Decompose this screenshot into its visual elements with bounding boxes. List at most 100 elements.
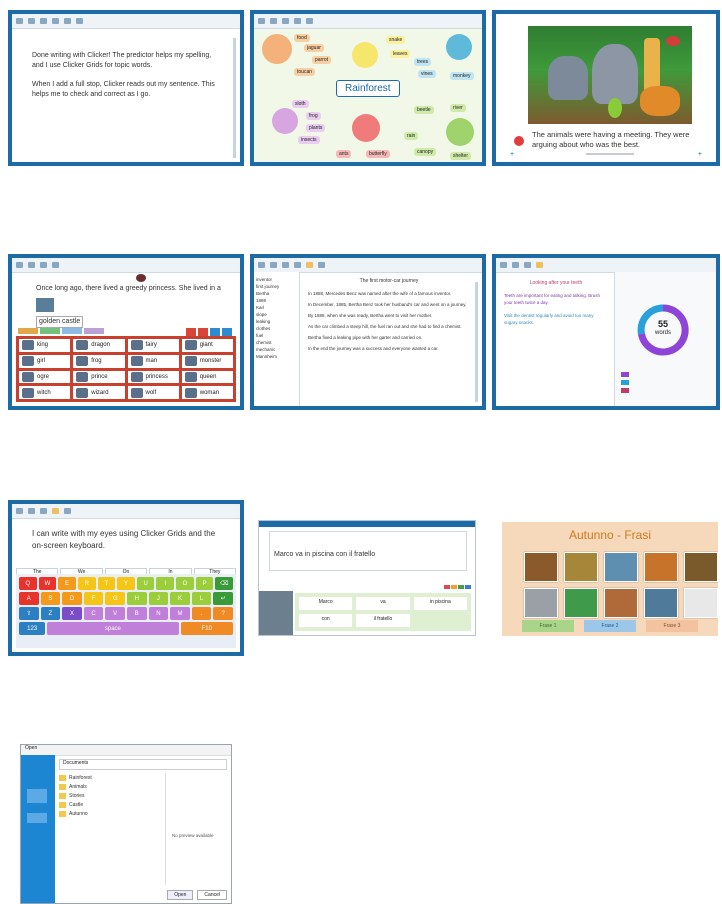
bank-word[interactable]: Karl: [256, 304, 297, 311]
key[interactable]: Y: [117, 577, 135, 590]
grid-cell[interactable]: witch: [19, 386, 71, 399]
file-item[interactable]: Castle: [59, 800, 157, 809]
file-item[interactable]: Stories: [59, 791, 157, 800]
bank-word[interactable]: slope: [256, 311, 297, 318]
key[interactable]: Q: [19, 577, 37, 590]
key[interactable]: Z: [40, 607, 61, 620]
picture-cell[interactable]: [644, 552, 678, 582]
map-label[interactable]: beetle: [414, 106, 434, 114]
grid-button[interactable]: [186, 328, 196, 336]
node-image[interactable]: [272, 108, 298, 134]
scrollbar[interactable]: [233, 38, 236, 158]
grid-button[interactable]: [198, 328, 208, 336]
thumb-open-dialog[interactable]: Open Documents Rainforest Animals Storie…: [20, 744, 232, 904]
bank-word[interactable]: 1888: [256, 297, 297, 304]
file-item[interactable]: Rainforest: [59, 773, 157, 782]
key[interactable]: .: [191, 607, 212, 620]
bank-word[interactable]: chemist: [256, 339, 297, 346]
map-label[interactable]: river: [450, 104, 466, 112]
backspace-key[interactable]: ⌫: [215, 577, 234, 590]
key[interactable]: R: [77, 577, 96, 590]
tab[interactable]: [40, 328, 60, 334]
key[interactable]: N: [148, 607, 169, 620]
key[interactable]: O: [176, 577, 194, 590]
key[interactable]: D: [62, 592, 82, 605]
thumb-onscreen-keyboard[interactable]: I can write with my eyes using Clicker G…: [8, 500, 244, 656]
key[interactable]: L: [191, 592, 212, 605]
map-label[interactable]: toucan: [294, 68, 316, 76]
picture-cell[interactable]: [604, 588, 638, 618]
tab[interactable]: [444, 585, 450, 589]
word-button[interactable]: il fratello: [356, 614, 410, 627]
tab[interactable]: [458, 585, 464, 589]
center-topic[interactable]: Rainforest: [336, 80, 400, 97]
grid-cell[interactable]: ogre: [19, 370, 71, 384]
file-item[interactable]: Animals: [59, 782, 157, 791]
key[interactable]: P: [195, 577, 214, 590]
file-item[interactable]: Autunno: [59, 809, 157, 818]
thumb-grid-set[interactable]: Once long ago, there lived a greedy prin…: [8, 254, 244, 410]
open-button[interactable]: Open: [167, 890, 194, 900]
cancel-button[interactable]: Cancel: [197, 890, 227, 900]
key[interactable]: B: [126, 607, 147, 620]
space-key[interactable]: space: [47, 622, 179, 635]
grid-cell[interactable]: princess: [127, 370, 179, 384]
picture-cell[interactable]: [684, 552, 718, 582]
map-label[interactable]: rain: [404, 132, 419, 140]
key[interactable]: E: [58, 577, 76, 590]
sentence-button[interactable]: Frase 3: [646, 620, 698, 632]
add-icon[interactable]: +: [698, 151, 702, 158]
numbers-key[interactable]: 123: [19, 622, 46, 635]
word-button[interactable]: con: [299, 614, 353, 627]
key[interactable]: G: [105, 592, 125, 605]
sentence-button[interactable]: Frase 2: [584, 620, 636, 632]
bank-word[interactable]: mechanic: [256, 346, 297, 353]
thumb-picture-grid[interactable]: Autunno - Frasi Frase 1 Frase 2 Frase 3: [502, 522, 718, 636]
key[interactable]: U: [136, 577, 155, 590]
path-bar[interactable]: Documents: [59, 759, 227, 770]
map-label[interactable]: monkey: [450, 72, 474, 80]
key[interactable]: J: [148, 592, 169, 605]
grid-cell[interactable]: monster: [181, 354, 233, 368]
map-label[interactable]: plants: [306, 124, 326, 132]
key[interactable]: H: [126, 592, 147, 605]
thumb-writing-doc[interactable]: Done writing with Clicker! The predictor…: [8, 10, 244, 166]
node-image[interactable]: [352, 42, 378, 68]
map-label[interactable]: leaves: [390, 50, 411, 58]
enter-key[interactable]: ↵: [213, 592, 233, 605]
key[interactable]: I: [156, 577, 175, 590]
location-icon[interactable]: [27, 813, 47, 823]
grid-button[interactable]: [222, 328, 232, 336]
map-label[interactable]: butterfly: [366, 150, 390, 158]
map-label[interactable]: insects: [298, 136, 320, 144]
tab[interactable]: [465, 585, 471, 589]
map-label[interactable]: vines: [418, 70, 436, 78]
bank-word[interactable]: first journey: [256, 283, 297, 290]
thumb-story-page[interactable]: The animals were having a meeting. They …: [492, 10, 720, 166]
node-image[interactable]: [352, 114, 380, 142]
node-image[interactable]: [446, 34, 472, 60]
grid-cell[interactable]: man: [127, 354, 179, 368]
key[interactable]: ?: [213, 607, 233, 620]
key[interactable]: X: [62, 607, 82, 620]
grid-button[interactable]: [210, 328, 220, 336]
bank-word[interactable]: clothes: [256, 325, 297, 332]
grid-cell[interactable]: prince: [73, 370, 125, 384]
function-key[interactable]: F10: [180, 622, 233, 635]
picture-cell[interactable]: [644, 588, 678, 618]
key[interactable]: S: [40, 592, 61, 605]
key[interactable]: W: [38, 577, 57, 590]
location-icon[interactable]: [27, 789, 47, 803]
thumb-word-count[interactable]: Looking after your teeth Teeth are impor…: [492, 254, 720, 410]
map-label[interactable]: frog: [306, 112, 321, 120]
picture-cell[interactable]: [524, 588, 558, 618]
grid-cell[interactable]: wolf: [127, 386, 179, 399]
bank-word[interactable]: Mannheim: [256, 353, 297, 360]
map-label[interactable]: jaguar: [304, 44, 324, 52]
picture-cell[interactable]: [564, 552, 598, 582]
sentence-button[interactable]: Frase 1: [522, 620, 574, 632]
map-label[interactable]: canopy: [414, 148, 437, 156]
map-label[interactable]: snake: [386, 36, 406, 44]
grid-cell[interactable]: wizard: [73, 386, 125, 399]
map-label[interactable]: trees: [414, 58, 432, 66]
